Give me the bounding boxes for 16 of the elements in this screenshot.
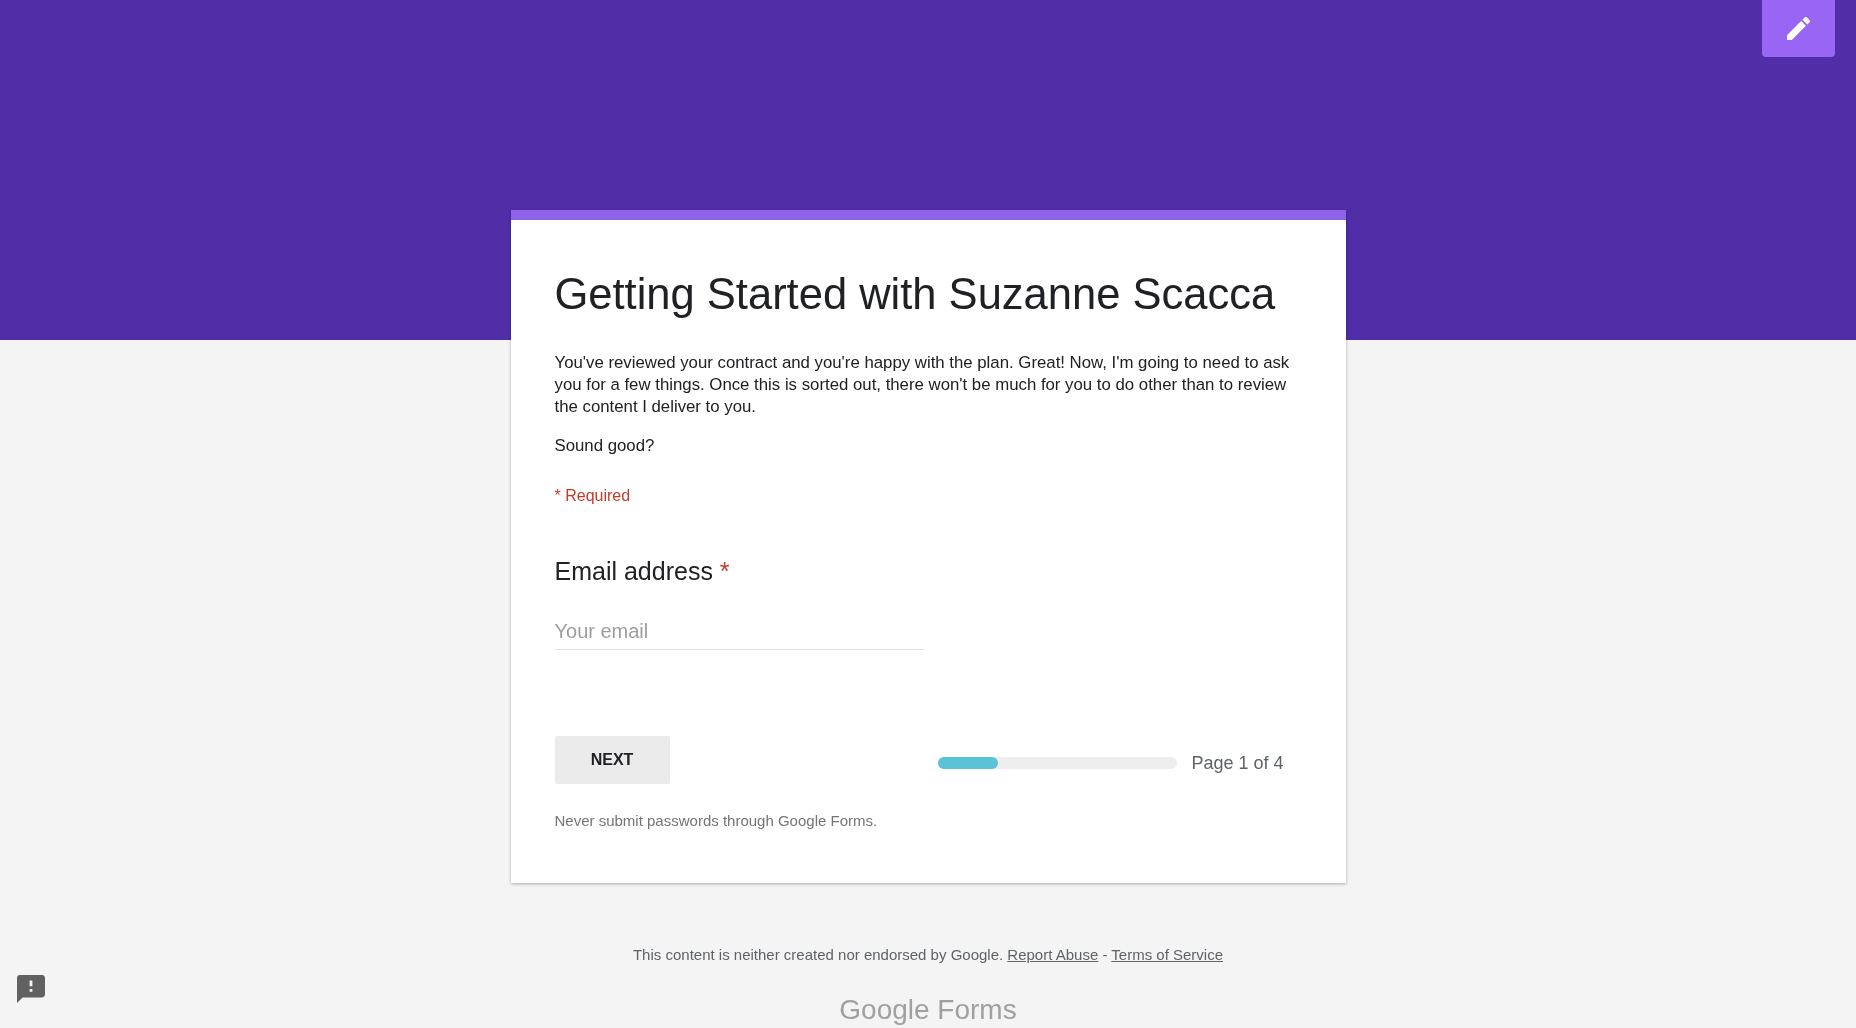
required-note: * Required <box>554 486 631 506</box>
question-label: Email address * <box>554 556 730 586</box>
email-input[interactable]: Your email <box>554 614 924 650</box>
feedback-icon[interactable] <box>17 975 45 1003</box>
next-button[interactable]: NEXT <box>554 736 670 784</box>
footer-link[interactable]: Report Abuse <box>1007 946 1099 963</box>
edit-button[interactable] <box>1762 0 1835 57</box>
footer-link[interactable]: Terms of Service <box>1111 946 1224 963</box>
page-indicator: Page 1 of 4 <box>1191 751 1284 774</box>
footer-logo: Google Forms <box>839 993 1017 1027</box>
form-description: You've reviewed your contract and you're happy with the plan. Great! Now, I'm going to need to ask you for a few things. Once this is sorted out, there won't be much for you to do other than to review the content I deliver to you. <box>554 352 1291 418</box>
footer-disclaimer: This content is neither created nor endorsed by Google. Report Abuse - Terms of Service <box>632 945 1224 965</box>
form-title: Getting Started with Suzanne Scacca <box>554 269 1276 320</box>
form-description: Sound good? <box>554 435 655 457</box>
password-warning: Never submit passwords through Google Forms. <box>554 811 878 831</box>
pencil-icon <box>1787 17 1810 40</box>
